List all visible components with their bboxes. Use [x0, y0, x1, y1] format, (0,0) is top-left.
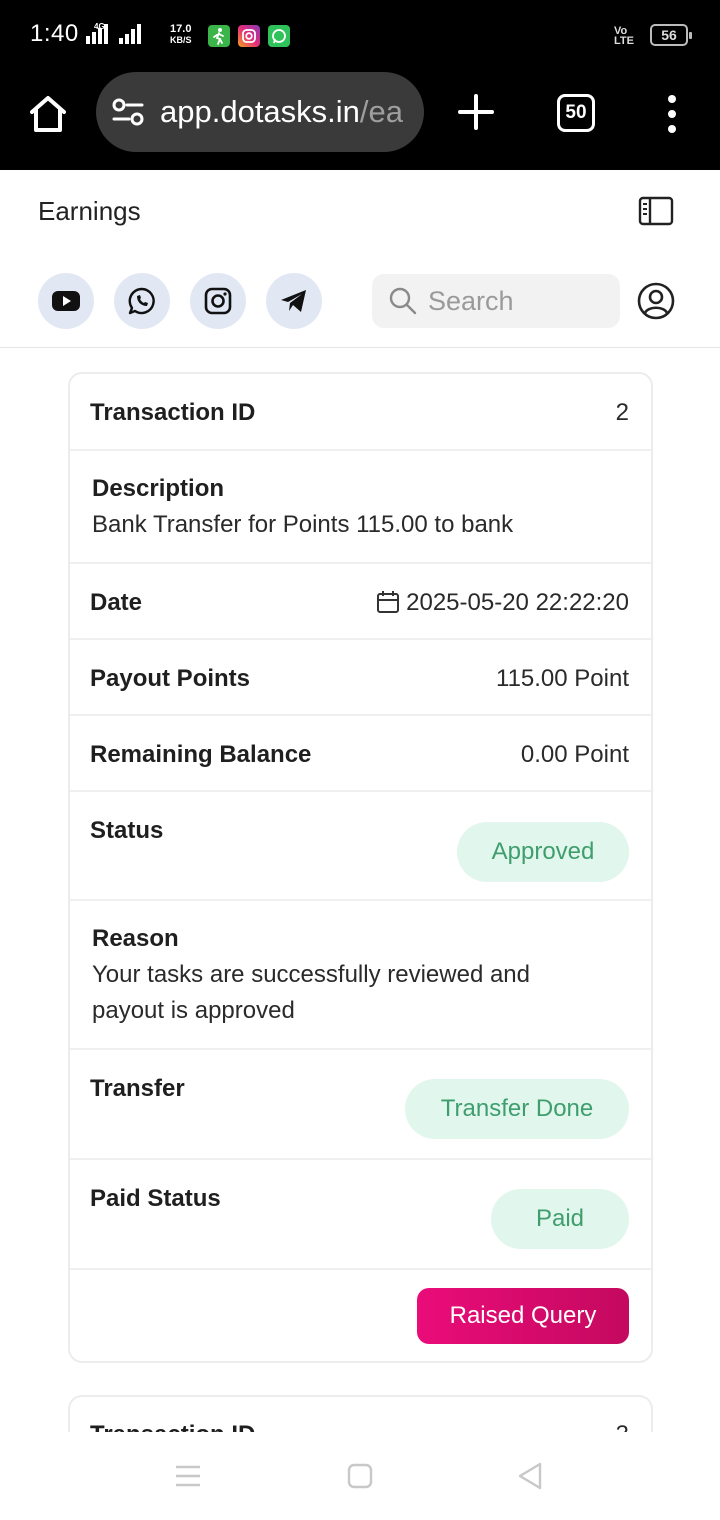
url-host: app.dotasks.in — [160, 94, 360, 129]
volte-bottom: LTE — [614, 35, 634, 47]
back-icon[interactable] — [516, 1461, 544, 1491]
paid-status-row: Paid Status Paid — [70, 1160, 651, 1270]
paid-status-label: Paid Status — [90, 1185, 221, 1212]
page-title: Earnings — [38, 196, 141, 226]
browser-toolbar: app.dotasks.in/ea 50 — [0, 72, 720, 170]
status-row: Status Approved — [70, 792, 651, 901]
transaction-card: Transaction ID 2 Description Bank Transf… — [68, 372, 653, 1363]
transfer-row: Transfer Transfer Done — [70, 1050, 651, 1160]
date-value: 2025-05-20 22:22:20 — [406, 589, 629, 616]
reason-row: Reason Your tasks are successfully revie… — [70, 901, 651, 1050]
volte-indicator: Vo LTE — [614, 26, 634, 47]
reason-value: Your tasks are successfully reviewed and… — [92, 961, 530, 1024]
home-nav-icon[interactable] — [347, 1463, 373, 1489]
whatsapp-icon — [128, 287, 155, 315]
network-type: 4G — [94, 22, 105, 31]
status-label: Status — [90, 817, 164, 844]
date-row: Date 2025-05-20 22:22:20 — [70, 564, 651, 640]
transaction-id-row: Transaction ID 2 — [70, 374, 651, 451]
description-row: Description Bank Transfer for Points 115… — [70, 451, 651, 564]
payout-points-value: 115.00 Point — [496, 665, 629, 692]
description-value: Bank Transfer for Points 115.00 to bank — [92, 511, 514, 538]
youtube-link[interactable] — [38, 273, 94, 329]
date-label: Date — [90, 589, 143, 616]
telegram-icon — [281, 290, 306, 312]
search-box[interactable] — [372, 274, 620, 328]
transaction-id-label: Transaction ID — [90, 399, 256, 426]
status-time: 1:40 — [30, 20, 79, 47]
whatsapp-link[interactable] — [114, 273, 170, 329]
system-nav-bar — [0, 1432, 720, 1520]
site-settings-icon[interactable] — [112, 98, 144, 126]
home-icon[interactable] — [26, 92, 70, 136]
instagram-icon — [238, 25, 260, 47]
raised-query-button[interactable]: Raised Query — [417, 1288, 629, 1344]
url-text[interactable]: app.dotasks.in/ea — [160, 94, 403, 130]
transaction-id-value: 2 — [615, 399, 629, 426]
new-tab-icon[interactable] — [458, 94, 494, 130]
url-path: /ea — [359, 94, 404, 129]
transfer-badge: Transfer Done — [405, 1079, 629, 1139]
header-divider — [0, 347, 720, 348]
data-speed-value: 17.0 — [170, 23, 192, 35]
instagram-link[interactable] — [190, 273, 246, 329]
activity-app-icon — [208, 25, 230, 47]
status-bar: 1:40 4G 17.0 KB/S Vo LTE 56 — [0, 0, 720, 72]
battery-level: 56 — [661, 27, 677, 43]
whatsapp-icon — [268, 25, 290, 47]
telegram-link[interactable] — [266, 273, 322, 329]
remaining-balance-row: Remaining Balance 0.00 Point — [70, 716, 651, 792]
tab-switcher-button[interactable]: 50 — [557, 94, 595, 132]
recent-apps-icon[interactable] — [174, 1464, 202, 1488]
user-profile-icon[interactable] — [636, 281, 676, 321]
reason-label: Reason — [92, 925, 179, 952]
data-speed-unit: KB/S — [170, 35, 192, 45]
remaining-balance-value: 0.00 Point — [520, 741, 629, 768]
payout-points-label: Payout Points — [90, 665, 251, 692]
calendar-icon — [377, 591, 400, 613]
address-bar[interactable]: app.dotasks.in/ea — [96, 72, 424, 152]
sidebar-toggle-icon[interactable] — [638, 196, 674, 226]
signal-bars-2-icon — [119, 24, 141, 44]
battery-icon: 56 — [650, 24, 692, 46]
card-actions: Raised Query — [70, 1270, 651, 1362]
status-badge: Approved — [457, 822, 629, 882]
remaining-balance-label: Remaining Balance — [90, 741, 312, 768]
payout-points-row: Payout Points 115.00 Point — [70, 640, 651, 716]
data-speed: 17.0 KB/S — [170, 24, 192, 46]
transfer-label: Transfer — [90, 1075, 185, 1102]
description-label: Description — [92, 475, 225, 502]
search-icon — [389, 287, 417, 315]
more-menu-icon[interactable] — [664, 94, 680, 134]
date-value-group: 2025-05-20 22:22:20 — [376, 589, 629, 617]
paid-status-badge: Paid — [491, 1189, 629, 1249]
signal-indicator: 4G — [86, 22, 149, 44]
instagram-icon — [204, 287, 232, 315]
tab-count: 50 — [565, 102, 587, 123]
youtube-icon — [52, 291, 80, 311]
search-input[interactable] — [428, 282, 608, 320]
